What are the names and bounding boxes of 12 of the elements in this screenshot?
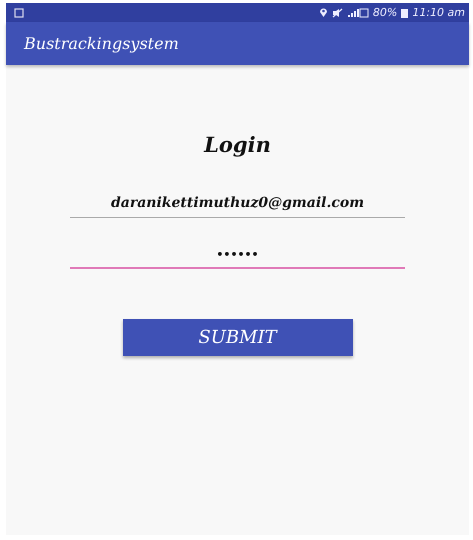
signal-icon [346,8,369,18]
clock: 11:10 am [412,6,465,19]
notification-icon [14,8,24,18]
app-title: Bustrackingsystem [24,34,179,53]
battery-icon [401,8,408,18]
battery-percent: 80% [372,6,398,19]
location-icon [318,7,328,18]
login-heading: Login [204,132,271,157]
password-field[interactable]: •••••• [70,248,405,269]
email-field[interactable]: daranikettimuthuz0@gmail.com [70,195,405,218]
mute-icon [332,8,343,18]
submit-button[interactable]: SUBMIT [122,319,352,356]
